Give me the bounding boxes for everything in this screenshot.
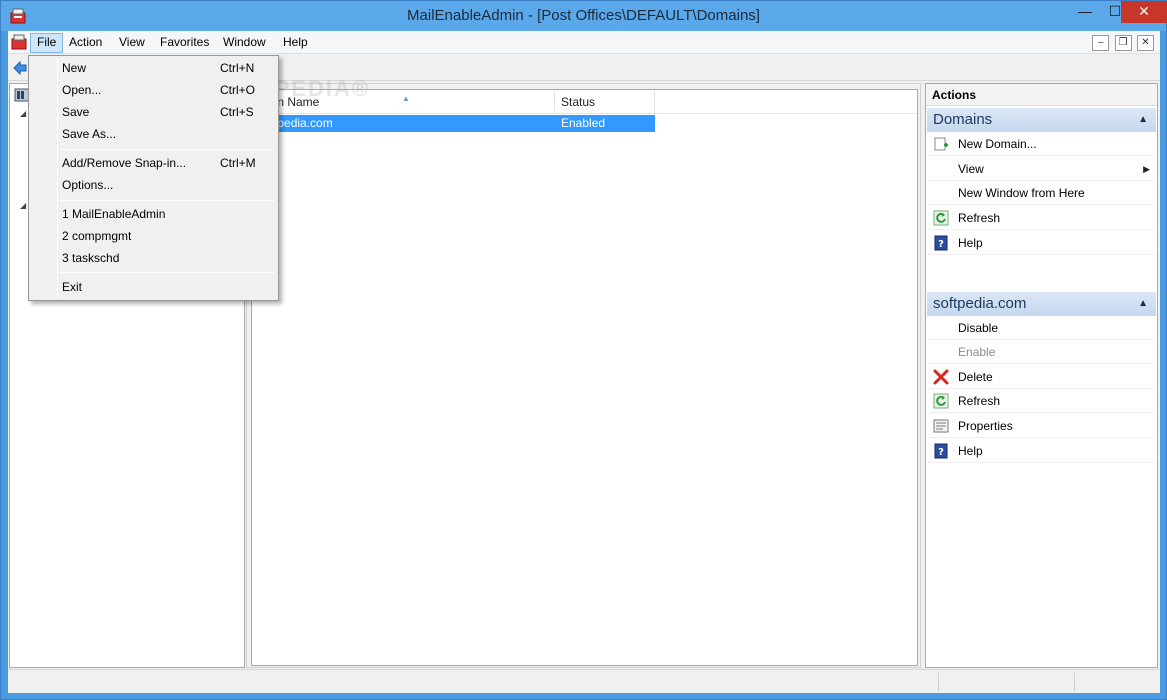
delete-icon <box>933 369 949 385</box>
action-delete[interactable]: Delete <box>927 365 1155 389</box>
mdi-minimize-button[interactable]: – <box>1092 35 1110 51</box>
menu-separator <box>60 200 274 201</box>
tree-expand-arrow-icon[interactable]: ◢ <box>20 109 26 118</box>
mdi-restore-button[interactable]: ❐ <box>1114 35 1132 51</box>
action-label: Help <box>958 444 983 458</box>
menu-item-new[interactable]: New Ctrl+N <box>31 57 276 79</box>
actions-title: Actions <box>926 84 1157 106</box>
back-arrow-icon[interactable] <box>12 60 28 76</box>
menu-item-label: Exit <box>62 280 83 294</box>
new-domain-icon <box>934 137 948 151</box>
svg-text:?: ? <box>938 239 944 250</box>
svg-text:?: ? <box>938 447 944 458</box>
window-title: MailEnableAdmin - [Post Offices\DEFAULT\… <box>407 7 760 24</box>
mdi-close-button[interactable]: ✕ <box>1137 35 1154 51</box>
menu-item-exit[interactable]: Exit <box>31 276 276 298</box>
mdi-controls: – ❐ ✕ <box>1090 34 1154 51</box>
action-label: Help <box>958 236 983 250</box>
sort-ascending-icon: ▲ <box>402 94 410 103</box>
action-label: New Domain... <box>958 137 1037 151</box>
menu-item-recent-1[interactable]: 1 MailEnableAdmin <box>31 203 276 225</box>
action-label: New Window from Here <box>958 186 1085 200</box>
status-bar <box>8 669 1160 693</box>
action-help-domain[interactable]: ? Help <box>927 439 1155 463</box>
menu-item-shortcut: Ctrl+S <box>220 105 254 119</box>
menu-item-label: New <box>62 61 87 75</box>
menu-item-add-remove-snapin[interactable]: Add/Remove Snap-in... Ctrl+M <box>31 152 276 174</box>
menu-window[interactable]: Window <box>217 33 272 53</box>
title-bar[interactable]: MailEnableAdmin - [Post Offices\DEFAULT\… <box>1 1 1167 31</box>
menu-favorites[interactable]: Favorites <box>154 33 215 53</box>
action-new-window[interactable]: New Window from Here <box>927 181 1155 205</box>
action-enable: Enable <box>927 340 1155 364</box>
menu-item-label: 1 MailEnableAdmin <box>62 207 166 221</box>
menu-item-shortcut: Ctrl+O <box>220 83 256 97</box>
action-refresh-domain[interactable]: Refresh <box>927 389 1155 413</box>
refresh-icon <box>933 210 949 226</box>
menu-separator <box>60 149 274 150</box>
menu-item-label: 2 compmgmt <box>62 229 132 243</box>
section-header-label: softpedia.com <box>933 295 1027 312</box>
section-header-softpedia[interactable]: softpedia.com ▲ <box>927 292 1156 316</box>
menu-item-shortcut: Ctrl+N <box>220 61 255 75</box>
menu-action[interactable]: Action <box>63 33 108 53</box>
domain-status-cell: Enabled <box>561 116 606 130</box>
action-label: View <box>958 162 984 176</box>
action-refresh[interactable]: Refresh <box>927 206 1155 230</box>
menu-item-label: Open... <box>62 83 102 97</box>
action-label: Disable <box>958 321 999 335</box>
action-new-domain[interactable]: New Domain... <box>927 132 1155 156</box>
status-segment <box>938 673 939 691</box>
menu-item-label: 3 taskschd <box>62 251 120 265</box>
section-header-label: Domains <box>933 111 993 128</box>
section-header-domains[interactable]: Domains ▲ <box>927 108 1156 132</box>
menu-item-label: Save As... <box>62 127 117 141</box>
table-row[interactable]: softpedia.com Enabled <box>252 115 655 132</box>
action-label: Enable <box>958 345 996 359</box>
menu-bar: File Action View Favorites Window Help –… <box>8 31 1160 54</box>
domain-name-cell: softpedia.com <box>258 116 333 130</box>
menu-separator <box>60 272 274 273</box>
status-segment <box>1074 673 1075 691</box>
mailenable-menu-icon[interactable] <box>11 34 27 50</box>
submenu-arrow-icon: ▶ <box>1143 164 1150 174</box>
menu-item-label: Save <box>62 105 90 119</box>
menu-item-save[interactable]: Save Ctrl+S <box>31 101 276 123</box>
action-disable[interactable]: Disable <box>927 316 1155 340</box>
refresh-icon <box>933 393 949 409</box>
column-header-name[interactable]: main Name ▲ <box>252 90 555 114</box>
action-label: Delete <box>958 370 993 384</box>
file-menu-dropdown: New Ctrl+N Open... Ctrl+O Save Ctrl+S Sa… <box>28 55 279 301</box>
actions-pane: Actions Domains ▲ New Domain... View ▶ N… <box>925 83 1158 668</box>
menu-item-save-as[interactable]: Save As... <box>31 123 276 145</box>
menu-item-recent-2[interactable]: 2 compmgmt <box>31 225 276 247</box>
column-header-status[interactable]: Status <box>555 90 655 114</box>
menu-item-label: Add/Remove Snap-in... <box>62 156 187 170</box>
list-header: main Name ▲ Status <box>252 90 917 114</box>
tree-expand-arrow-icon[interactable]: ◢ <box>20 201 26 210</box>
collapse-up-icon[interactable]: ▲ <box>1138 292 1148 316</box>
close-button[interactable]: ✕ <box>1121 1 1167 23</box>
action-help[interactable]: ? Help <box>927 231 1155 255</box>
menu-file[interactable]: File <box>30 33 64 53</box>
help-icon: ? <box>934 443 948 459</box>
help-icon: ? <box>934 235 948 251</box>
minimize-button[interactable]: — <box>1070 1 1100 23</box>
menu-item-recent-3[interactable]: 3 taskschd <box>31 247 276 269</box>
menu-help[interactable]: Help <box>277 33 314 53</box>
action-properties[interactable]: Properties <box>927 414 1155 438</box>
menu-view[interactable]: View <box>113 33 151 53</box>
action-label: Refresh <box>958 394 1001 408</box>
properties-icon <box>933 419 949 433</box>
results-pane[interactable]: main Name ▲ Status softpedia.com Enabled <box>251 89 918 666</box>
action-view[interactable]: View ▶ <box>927 157 1155 181</box>
app-window: MailEnableAdmin - [Post Offices\DEFAULT\… <box>0 0 1167 700</box>
action-label: Refresh <box>958 211 1001 225</box>
menu-item-shortcut: Ctrl+M <box>220 156 256 170</box>
menu-item-options[interactable]: Options... <box>31 174 276 196</box>
menu-item-open[interactable]: Open... Ctrl+O <box>31 79 276 101</box>
action-label: Properties <box>958 419 1013 433</box>
collapse-up-icon[interactable]: ▲ <box>1138 108 1148 132</box>
menu-item-label: Options... <box>62 178 114 192</box>
